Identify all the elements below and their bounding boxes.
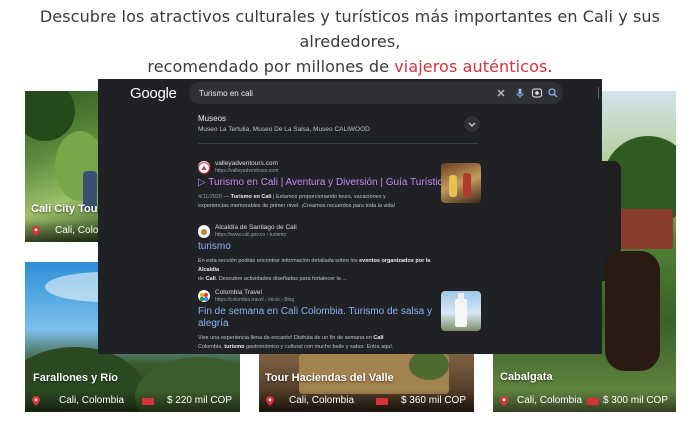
result-title-link[interactable]: turismo [198,241,231,253]
price-tag-icon [376,398,388,405]
location-pin-icon [500,396,508,406]
location-pin-icon [32,396,40,406]
tour-card-meta: Cali, Colombia $ 300 mil COP [493,390,676,412]
mic-icon[interactable] [514,87,526,99]
result-site-name: valleyadventours.com [215,160,278,167]
result-snippet: En esta sección podrás encontrar informa… [198,257,438,284]
tour-card-title: Tour Haciendas del Valle [265,372,394,384]
result-site-name: Alcaldía de Santiago de Cali [215,224,297,231]
result-site-url[interactable]: https://colombia.travel › Inicio › Blog [215,297,294,303]
snippet-bold: turismo [224,344,245,350]
price-tag-icon [142,398,154,405]
result-site-name: Colombia Travel [215,289,262,296]
snippet-text: | Estamos proporcionando tours, vacacion… [273,194,386,200]
tour-card-title: Cabalgata [500,371,553,383]
search-header: Google [98,79,602,107]
tour-card-title: Cali City Tours [31,203,99,215]
result-site-url[interactable]: https://valleyadventours.com [215,168,278,174]
museos-panel-title[interactable]: Museos [198,114,226,123]
headline-accent-link[interactable]: viajeros auténticos [394,57,547,76]
location-pin-icon [266,396,274,406]
search-box[interactable] [189,82,599,104]
lens-icon[interactable] [531,87,543,99]
result-thumbnail[interactable] [441,163,481,203]
tour-card-title: Farallones y Río [33,372,118,384]
tour-card-price: $ 220 mil COP [166,395,232,406]
snippet-bold: Cali [373,335,384,341]
result-thumbnail[interactable] [441,291,481,331]
price-tag-icon [587,398,599,405]
search-icon[interactable] [547,87,559,99]
snippet-text: . Descubre actividades diseñadas para fo… [215,276,347,282]
alcaldia-favicon [198,225,210,238]
tour-card-meta: Cali, Colo [25,220,99,242]
tour-card-city: Cali, Colombia [59,395,125,406]
result-site-url[interactable]: https://www.cali.gov.co › turismo [215,232,286,238]
google-search-panel: Google Museos Museo La Tertulia, Museo D… [98,79,602,354]
museos-panel-list: Museo La Tertulia, Museo De La Salsa, Mu… [198,126,370,133]
snippet-text: experiencias memorables de primer nivel.… [198,203,396,209]
colombia-travel-favicon [198,290,210,302]
result-snippet: 4/11/2020 — Turismo en Cali | Estamos pr… [198,194,396,209]
result-title-line-2: alegría [198,318,229,329]
snippet-text: En esta sección podrás encontrar informa… [198,258,358,264]
search-input[interactable] [199,82,469,104]
valleyadventours-favicon [198,161,210,174]
result-title-line-1: Fin de semana en Cali Colombia. Turismo … [198,306,432,317]
tour-card-price: $ 360 mil COP [400,395,466,406]
headline-line-2: recomendado por millones de viajeros aut… [0,54,700,79]
search-box-separator [598,87,599,99]
tour-card-city: Cali, Colo [55,225,99,236]
snippet-text: Colombia, [198,344,223,350]
snippet-bold: Cali [205,276,216,282]
chevron-down-icon [468,122,476,127]
tour-card-price: $ 300 mil COP [602,395,668,406]
headline-line-1: Descubre los atractivos culturales y tur… [39,7,661,51]
snippet-bold: Turismo en Cali [230,194,272,200]
location-pin-icon [32,226,40,236]
tour-card-meta: Cali, Colombia $ 360 mil COP [259,390,474,412]
headline-line-2-end: . [547,57,553,76]
snippet-text: Vive una experiencia llena de encanto! D… [198,335,372,341]
tour-card-cali-city-tours[interactable]: Cali City Tours Cali, Colo [25,91,99,242]
tour-card-meta: Cali, Colombia $ 220 mil COP [25,390,240,412]
clear-icon[interactable] [495,87,507,99]
result-title-link[interactable]: ▷ Turismo en Cali | Aventura y Diversión… [198,177,448,189]
result-date: 4/11/2020 [198,194,223,200]
section-divider [198,143,478,144]
google-logo[interactable]: Google [130,85,177,102]
tour-card-city: Cali, Colombia [289,395,355,406]
page-headline: Descubre los atractivos culturales y tur… [0,4,700,79]
expand-museos-button[interactable] [464,116,480,132]
result-title-link[interactable]: Fin de semana en Cali Colombia. Turismo … [198,306,432,330]
result-snippet: Vive una experiencia llena de encanto! D… [198,334,438,352]
tour-card-city: Cali, Colombia [517,395,583,406]
headline-line-2-start: recomendado por millones de [147,57,390,76]
snippet-text: de [198,276,205,282]
snippet-text: gastronómico y cultural con mucho baile … [246,344,394,350]
